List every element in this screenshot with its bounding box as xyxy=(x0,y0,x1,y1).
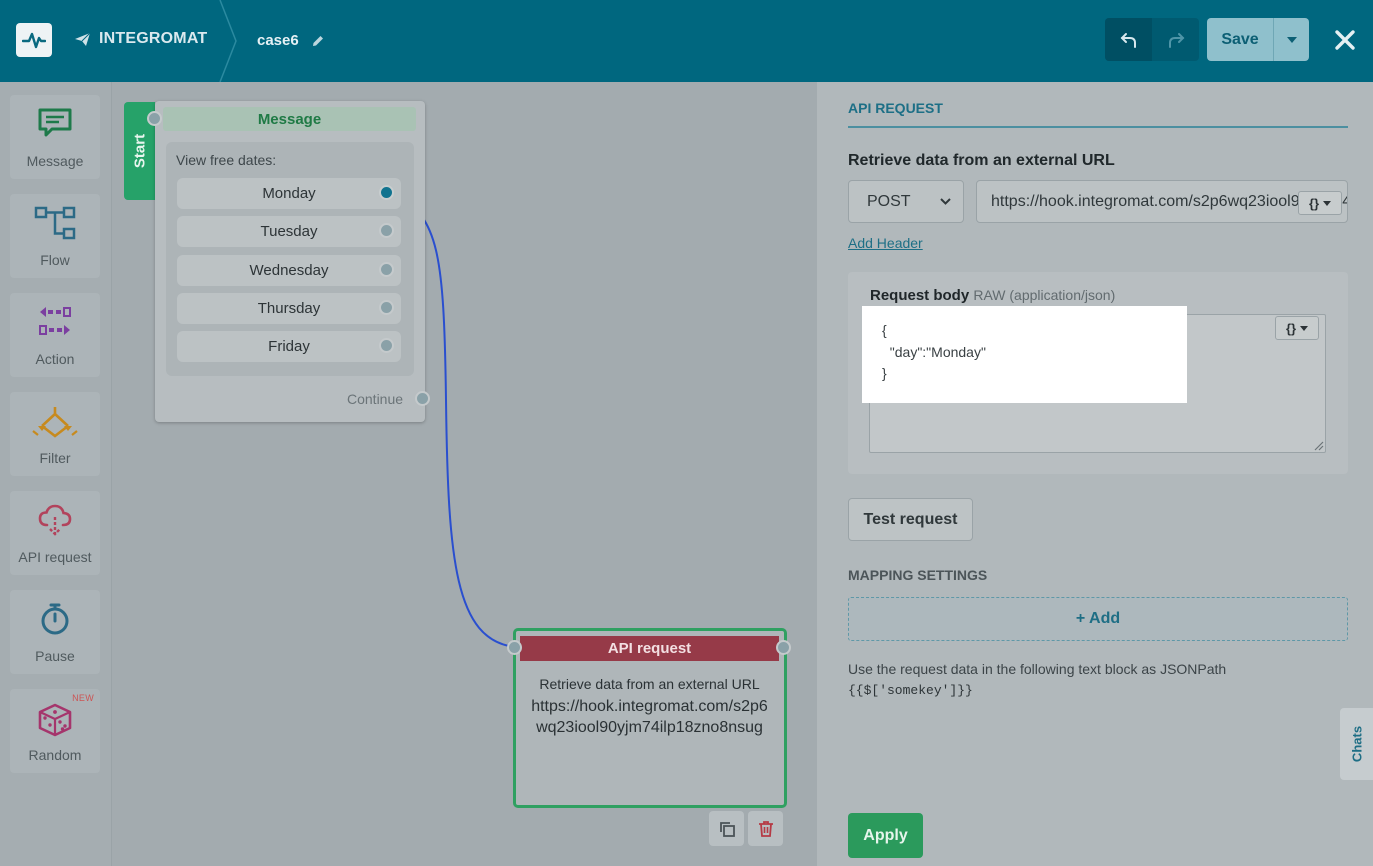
mapping-hint: Use the request data in the following te… xyxy=(848,659,1226,701)
panel-title: API REQUEST xyxy=(848,100,943,116)
mapping-hint-code: {{$['somekey']}} xyxy=(848,683,973,698)
option-port-tuesday[interactable] xyxy=(379,223,394,238)
resize-handle-icon[interactable] xyxy=(1314,441,1324,451)
request-body-code[interactable]: { "day":"Monday" } xyxy=(862,306,1187,403)
close-button[interactable] xyxy=(1334,26,1356,54)
caret-down-icon xyxy=(1286,36,1297,43)
continue-port[interactable] xyxy=(415,391,430,406)
option-monday[interactable]: Monday xyxy=(177,178,401,209)
option-thursday[interactable]: Thursday xyxy=(177,293,401,324)
undo-button[interactable] xyxy=(1105,18,1152,61)
mapping-hint-text: Use the request data in the following te… xyxy=(848,661,1227,677)
duplicate-node-button[interactable] xyxy=(709,811,744,846)
api-node-title: API request xyxy=(520,636,779,661)
close-icon xyxy=(1335,30,1355,50)
message-node-title: Message xyxy=(163,107,416,131)
redo-button[interactable] xyxy=(1152,18,1199,61)
add-mapping-button[interactable]: + Add xyxy=(848,597,1348,641)
option-port-friday[interactable] xyxy=(379,338,394,353)
mapping-settings-title: MAPPING SETTINGS xyxy=(848,567,988,583)
save-button-group: Save xyxy=(1207,18,1309,61)
option-friday[interactable]: Friday xyxy=(177,331,401,362)
message-prompt: View free dates: xyxy=(176,152,277,168)
api-node-body: Retrieve data from an external URL https… xyxy=(520,676,779,738)
apply-button[interactable]: Apply xyxy=(848,813,923,858)
panel-title-underline xyxy=(848,126,1348,128)
option-port-monday[interactable] xyxy=(379,185,394,200)
save-button[interactable]: Save xyxy=(1207,18,1273,61)
option-wednesday[interactable]: Wednesday xyxy=(177,255,401,286)
url-input[interactable]: https://hook.integromat.com/s2p6wq23iool… xyxy=(976,180,1348,223)
undo-icon xyxy=(1120,32,1136,48)
copy-icon xyxy=(719,821,735,837)
chats-tab[interactable]: Chats xyxy=(1340,708,1373,780)
api-input-port[interactable] xyxy=(507,640,522,655)
request-body-title: Request body xyxy=(870,287,970,304)
chevron-down-icon xyxy=(940,198,951,205)
add-header-link[interactable]: Add Header xyxy=(848,235,923,251)
braces-icon: {} xyxy=(1308,195,1320,211)
delete-node-button[interactable] xyxy=(748,811,783,846)
http-method-select[interactable]: POST xyxy=(848,180,964,223)
continue-label: Continue xyxy=(347,391,404,407)
panel-subtitle: Retrieve data from an external URL xyxy=(848,152,1115,169)
history-controls xyxy=(1105,18,1199,61)
body-variables-button[interactable]: {} xyxy=(1275,316,1319,340)
braces-icon: {} xyxy=(1285,320,1297,336)
api-node-url: https://hook.integromat.com/s2p6wq23iool… xyxy=(531,698,768,736)
redo-icon xyxy=(1168,32,1184,48)
option-tuesday[interactable]: Tuesday xyxy=(177,216,401,247)
trash-icon xyxy=(758,820,773,837)
request-body-label: Request body RAW (application/json) xyxy=(870,287,1115,304)
url-variables-button[interactable]: {} xyxy=(1298,191,1342,215)
http-method-value: POST xyxy=(867,192,911,210)
test-request-button[interactable]: Test request xyxy=(848,498,973,541)
request-body-type: RAW (application/json) xyxy=(973,287,1116,303)
caret-down-icon xyxy=(1323,200,1332,206)
option-port-wednesday[interactable] xyxy=(379,262,394,277)
message-input-port[interactable] xyxy=(147,111,162,126)
caret-down-icon xyxy=(1300,325,1309,331)
url-value: https://hook.integromat.com/s2p6wq23iool… xyxy=(991,192,1347,210)
api-node-description: Retrieve data from an external URL xyxy=(539,676,760,692)
save-options-button[interactable] xyxy=(1273,18,1309,61)
option-port-thursday[interactable] xyxy=(379,300,394,315)
api-output-port[interactable] xyxy=(776,640,791,655)
